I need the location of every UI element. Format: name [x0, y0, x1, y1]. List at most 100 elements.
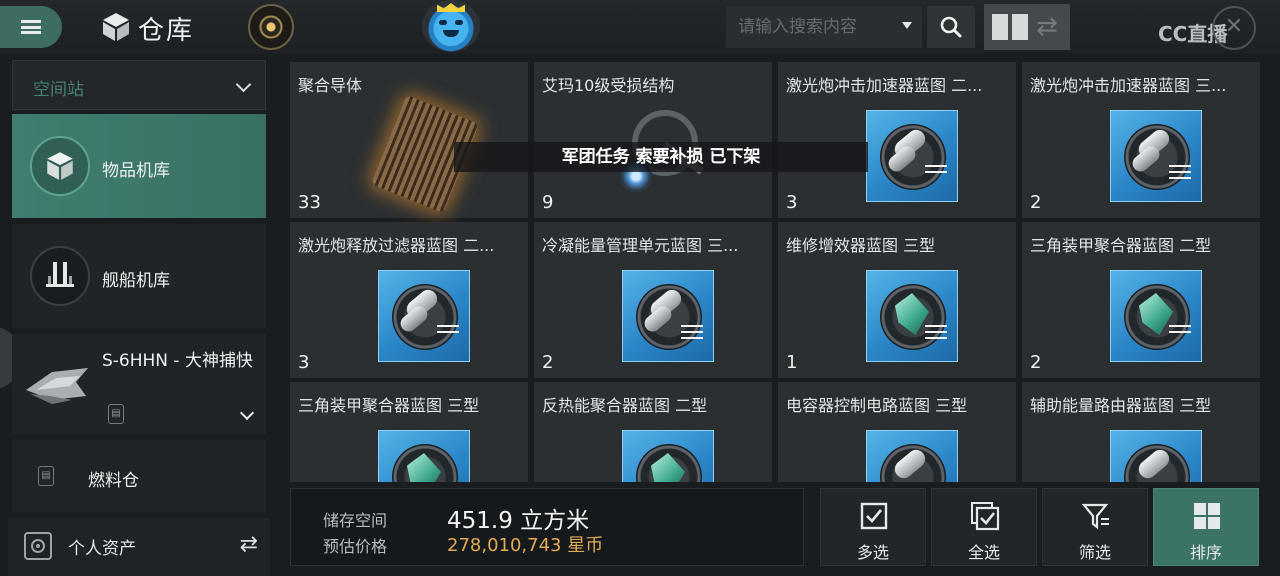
item-name: 激光炮冲击加速器蓝图 二... — [786, 76, 983, 95]
item-card[interactable]: 反热能聚合器蓝图 二型 — [534, 382, 772, 482]
item-name: 三角装甲聚合器蓝图 三型 — [298, 396, 480, 415]
grid-view-icon[interactable] — [992, 14, 1028, 40]
sort-grid-icon — [1194, 503, 1220, 529]
personal-assets-label: 个人资产 — [68, 539, 136, 559]
blueprint-icon — [378, 270, 470, 362]
station-dropdown-label: 空间站 — [33, 80, 84, 100]
item-card[interactable]: 聚合导体 33 — [290, 62, 528, 218]
multi-select-button[interactable]: 多选 — [820, 488, 926, 566]
item-quantity: 1 — [786, 352, 798, 373]
station-dropdown[interactable]: 空间站 — [12, 60, 266, 110]
search-input[interactable] — [738, 6, 888, 48]
item-quantity: 33 — [298, 192, 321, 213]
mouth-icon — [443, 30, 459, 37]
item-quantity: 3 — [786, 192, 798, 213]
caret-down-icon[interactable] — [902, 22, 912, 29]
estimated-price-value: 278,010,743 星币 — [447, 535, 604, 556]
item-card[interactable]: 三角装甲聚合器蓝图 二型 2 — [1022, 222, 1260, 378]
item-quantity: 3 — [298, 352, 310, 373]
safe-icon — [24, 532, 52, 560]
filter-icon — [1081, 503, 1109, 530]
ship-hangar-icon — [30, 246, 90, 306]
item-name: 冷凝能量管理单元蓝图 三... — [542, 236, 739, 255]
blueprint-icon — [1110, 430, 1202, 482]
blueprint-icon — [866, 270, 958, 362]
search-button[interactable] — [927, 6, 975, 48]
cargo-badge-icon: ▤ — [108, 404, 124, 424]
select-all-label: 全选 — [967, 543, 1000, 562]
search-box[interactable] — [726, 6, 922, 48]
top-bar: 仓库 ⇄ CC直播 ✕ — [0, 0, 1280, 54]
item-grid: 聚合导体 33 艾玛10级受损结构 9 激光炮冲击加速器蓝图 二... 3 激光… — [290, 62, 1266, 482]
view-toggle[interactable]: ⇄ — [984, 4, 1070, 50]
crown-icon — [437, 3, 465, 12]
item-name: 维修增效器蓝图 三型 — [786, 236, 936, 255]
blueprint-icon — [866, 110, 958, 202]
storage-space-value: 451.9 立方米 — [447, 508, 590, 534]
menu-button[interactable] — [0, 6, 62, 48]
blueprint-icon — [622, 270, 714, 362]
item-name: 激光炮释放过滤器蓝图 二... — [298, 236, 495, 255]
item-card[interactable]: 辅助能量路由器蓝图 三型 — [1022, 382, 1260, 482]
hamburger-icon — [21, 20, 41, 34]
item-name: 聚合导体 — [298, 76, 363, 95]
sidebar-item-item-hangar[interactable]: 物品机库 — [12, 114, 266, 218]
storage-summary: 储存空间 预估价格 451.9 立方米 278,010,743 星币 — [290, 488, 804, 566]
sort-label: 排序 — [1189, 543, 1222, 562]
sort-button[interactable]: 排序 — [1153, 488, 1259, 566]
page-title: 仓库 — [138, 16, 195, 46]
blueprint-icon — [866, 430, 958, 482]
select-all-button[interactable]: 全选 — [931, 488, 1037, 566]
item-card[interactable]: 激光炮冲击加速器蓝图 二... 3 — [778, 62, 1016, 218]
item-name: 电容器控制电路蓝图 三型 — [786, 396, 968, 415]
sidebar: 空间站 物品机库 舰船机库 S-6HHN - 大神捕快 ▤ ▤ 燃料仓 个人资产… — [0, 54, 270, 576]
ship-icon — [26, 368, 88, 404]
sidebar-item-label: 物品机库 — [102, 161, 170, 181]
sidebar-item-label: S-6HHN - 大神捕快 — [102, 351, 253, 371]
swap-arrows-icon[interactable]: ⇄ — [240, 532, 258, 557]
sidebar-item-ship-hangar[interactable]: 舰船机库 — [12, 224, 266, 328]
item-name: 艾玛10级受损结构 — [542, 76, 675, 95]
item-quantity: 2 — [1030, 352, 1042, 373]
notification-banner: 军团任务 索要补损 已下架 — [454, 142, 868, 172]
ring-icon[interactable] — [248, 4, 294, 50]
eye-icon — [455, 20, 463, 25]
item-card[interactable]: 维修增效器蓝图 三型 1 — [778, 222, 1016, 378]
checkbox-icon — [860, 502, 888, 530]
item-name: 三角装甲聚合器蓝图 二型 — [1030, 236, 1212, 255]
item-card[interactable]: 艾玛10级受损结构 9 — [534, 62, 772, 218]
box-icon — [103, 13, 129, 41]
item-name: 辅助能量路由器蓝图 三型 — [1030, 396, 1212, 415]
filter-label: 筛选 — [1078, 543, 1111, 562]
search-icon — [940, 16, 962, 38]
personal-assets-button[interactable]: 个人资产 ⇄ — [8, 518, 270, 576]
item-card[interactable]: 电容器控制电路蓝图 三型 — [778, 382, 1016, 482]
swap-arrows-icon[interactable]: ⇄ — [1036, 12, 1058, 42]
item-quantity: 2 — [542, 352, 554, 373]
blueprint-icon — [378, 430, 470, 482]
chevron-down-icon[interactable] — [239, 405, 255, 421]
box-icon — [30, 136, 90, 196]
filter-button[interactable]: 筛选 — [1042, 488, 1148, 566]
chevron-down-icon — [235, 76, 252, 93]
fuel-bay-icon: ▤ — [38, 466, 54, 486]
sidebar-item-label: 燃料仓 — [88, 471, 139, 491]
item-card[interactable]: 激光炮冲击加速器蓝图 三... 2 — [1022, 62, 1260, 218]
item-card[interactable]: 激光炮释放过滤器蓝图 二... 3 — [290, 222, 528, 378]
sidebar-item-ship[interactable]: S-6HHN - 大神捕快 ▤ — [12, 334, 266, 434]
item-card[interactable]: 三角装甲聚合器蓝图 三型 — [290, 382, 528, 482]
item-quantity: 9 — [542, 192, 554, 213]
blueprint-icon — [1110, 110, 1202, 202]
blueprint-icon — [622, 430, 714, 482]
sidebar-item-label: 舰船机库 — [102, 271, 170, 291]
item-name: 激光炮冲击加速器蓝图 三... — [1030, 76, 1227, 95]
item-quantity: 2 — [1030, 192, 1042, 213]
blueprint-icon — [1110, 270, 1202, 362]
multi-select-label: 多选 — [856, 543, 889, 562]
mascot-avatar-icon[interactable] — [422, 0, 480, 52]
item-card[interactable]: 冷凝能量管理单元蓝图 三... 2 — [534, 222, 772, 378]
close-button[interactable]: ✕ — [1212, 6, 1256, 50]
sidebar-item-fuel-bay[interactable]: ▤ 燃料仓 — [12, 440, 266, 512]
estimated-price-label: 预估价格 — [323, 537, 388, 556]
storage-space-label: 储存空间 — [323, 511, 388, 530]
